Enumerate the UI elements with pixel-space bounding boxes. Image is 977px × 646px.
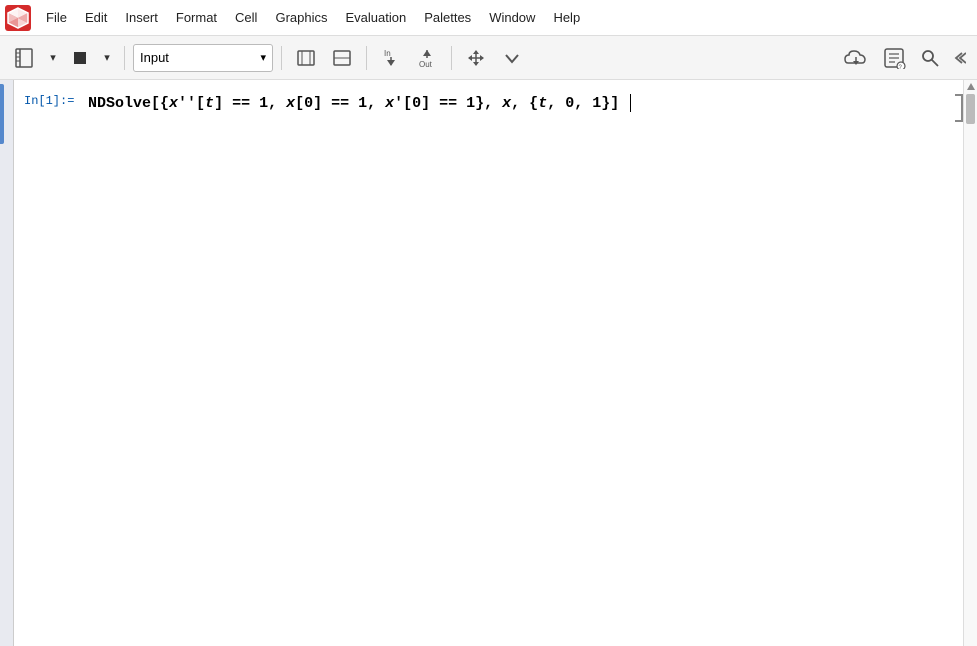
menu-evaluation[interactable]: Evaluation: [337, 6, 414, 29]
text-cursor: [630, 94, 631, 112]
scroll-up[interactable]: [964, 80, 977, 92]
menu-help[interactable]: Help: [545, 6, 588, 29]
menu-graphics[interactable]: Graphics: [267, 6, 335, 29]
toolbar: ▾ ▾ Input Input Output Text ▾: [0, 36, 977, 80]
menu-file[interactable]: File: [38, 6, 75, 29]
sep1: [124, 46, 125, 70]
code-x-dd: x′′[t] == 1, x[0] == 1, x′[0] == 1}, x, …: [169, 95, 619, 112]
cell-content-1[interactable]: NDSolve[{x′′[t] == 1, x[0] == 1, x′[0] =…: [84, 92, 951, 116]
style-dropdown[interactable]: Input Input Output Text ▾: [133, 44, 273, 72]
sep3: [366, 46, 367, 70]
menu-format[interactable]: Format: [168, 6, 225, 29]
menubar: File Edit Insert Format Cell Graphics Ev…: [0, 0, 977, 36]
wolfram-logo[interactable]: [4, 4, 32, 32]
menu-insert[interactable]: Insert: [117, 6, 166, 29]
expand-cell-btn[interactable]: [326, 44, 358, 72]
search-btn[interactable]: [915, 44, 945, 72]
cell-bracket-btn[interactable]: [290, 44, 322, 72]
sep4: [451, 46, 452, 70]
abort-btn[interactable]: [66, 44, 94, 72]
svg-text:In: In: [384, 49, 391, 58]
sep2: [281, 46, 282, 70]
expand2-btn[interactable]: [496, 44, 528, 72]
eval-in-btn[interactable]: In: [375, 44, 407, 72]
notebook-area[interactable]: In[1]:= NDSolve[{x′′[t] == 1, x[0] == 1,…: [14, 80, 963, 646]
menu-palettes[interactable]: Palettes: [416, 6, 479, 29]
collapse-panel-btn[interactable]: [949, 44, 969, 72]
notebook-dropdown-btn[interactable]: ▾: [44, 44, 62, 72]
scrollbar-track[interactable]: [966, 94, 975, 124]
bracket-bottom: [955, 120, 963, 122]
abort-dropdown-btn[interactable]: ▾: [98, 44, 116, 72]
menu-cell[interactable]: Cell: [227, 6, 265, 29]
eval-out-btn[interactable]: Out: [411, 44, 443, 72]
content-area: In[1]:= NDSolve[{x′′[t] == 1, x[0] == 1,…: [0, 80, 977, 646]
cell-bracket: [951, 92, 963, 122]
menu-window[interactable]: Window: [481, 6, 543, 29]
left-margin: [0, 80, 14, 646]
cell-label-text: In[1]:=: [24, 94, 74, 108]
menu-edit[interactable]: Edit: [77, 6, 115, 29]
move-btn[interactable]: [460, 44, 492, 72]
right-margin[interactable]: [963, 80, 977, 646]
scrollbar-thumb[interactable]: [966, 94, 975, 124]
cell-label-in1: In[1]:=: [24, 92, 84, 108]
cloud-btn[interactable]: [839, 44, 873, 72]
code-nd: NDSolve[{: [88, 95, 169, 112]
doc-btn[interactable]: ?: [877, 44, 911, 72]
cell-row-1: In[1]:= NDSolve[{x′′[t] == 1, x[0] == 1,…: [14, 88, 963, 128]
notebook-icon-btn[interactable]: [8, 44, 40, 72]
svg-text:Out: Out: [419, 60, 433, 69]
